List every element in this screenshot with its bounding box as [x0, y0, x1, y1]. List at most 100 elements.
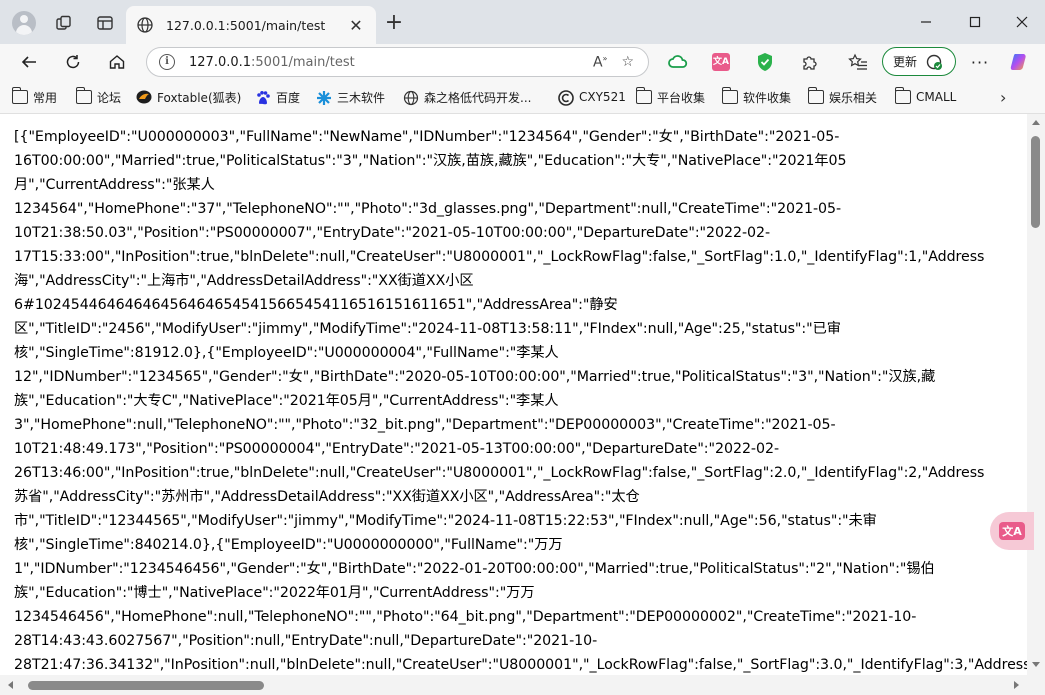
- folder-icon: [894, 87, 911, 104]
- navigation-toolbar: i 127.0.0.1:5001/main/test A» ☆ 文A 更新 ··…: [0, 44, 1045, 80]
- json-text-line: 苏省","AddressCity":"苏州市","AddressDetailAd…: [14, 489, 640, 505]
- extensions-puzzle-icon[interactable]: [798, 50, 822, 74]
- vertical-tabs-icon[interactable]: [91, 9, 119, 37]
- baidu-icon: [255, 90, 271, 105]
- bookmark-folder-software[interactable]: 软件收集: [721, 87, 792, 106]
- json-text-line: 区","TitleID":"2456","ModifyUser":"jimmy"…: [14, 321, 841, 337]
- url-host: 127.0.0.1: [189, 54, 252, 70]
- vertical-scrollbar[interactable]: [1027, 114, 1045, 675]
- bookmark-label: 百度: [276, 90, 301, 105]
- bookmark-label: Foxtable(狐表): [157, 90, 242, 105]
- folder-icon: [807, 87, 824, 104]
- horizontal-scroll-thumb[interactable]: [28, 681, 264, 690]
- bookmark-cxy521[interactable]: CXY521: [558, 88, 626, 106]
- bookmark-label: 三木软件: [337, 90, 386, 105]
- bookmark-foxtable[interactable]: Foxtable(狐表): [136, 88, 241, 106]
- json-text-line: 17T15:33:00","InPosition":true,"blnDelet…: [14, 249, 985, 265]
- json-text-line: 1234546456","HomePhone":null,"TelephoneN…: [14, 609, 917, 625]
- bookmark-folder-entertainment[interactable]: 娱乐相关: [807, 87, 877, 106]
- globe-icon: [403, 90, 419, 106]
- vertical-scroll-thumb[interactable]: [1031, 136, 1040, 228]
- globe-icon: [137, 17, 153, 33]
- favorites-list-icon[interactable]: [846, 50, 870, 74]
- bookmark-label: 森之格低代码开发...: [424, 90, 532, 105]
- cxy-icon: [558, 90, 574, 106]
- copilot-icon[interactable]: [1008, 50, 1032, 74]
- more-menu-icon[interactable]: ···: [968, 50, 992, 74]
- json-text-line: 族","Education":"大专C","NativePlace":"2021…: [14, 393, 559, 409]
- bookmark-folder-platform[interactable]: 平台收集: [635, 87, 706, 106]
- bookmark-folder-forum[interactable]: 论坛: [75, 87, 122, 106]
- bookmark-sanmu[interactable]: 三木软件: [316, 88, 385, 106]
- folder-icon: [721, 87, 738, 104]
- bookmark-folder-common[interactable]: 常用: [11, 87, 58, 106]
- translate-icon: 文A: [999, 522, 1025, 540]
- bookmark-senzhige[interactable]: 森之格低代码开发...: [403, 88, 531, 106]
- json-text-line: 10T21:38:50.03","Position":"PS00000007",…: [14, 225, 771, 241]
- bookmarks-bar: 常用 论坛 Foxtable(狐表) 百度 三木软件 森之格低代码开发... C…: [0, 80, 1045, 114]
- scroll-left-arrow-icon[interactable]: [8, 681, 13, 689]
- favorite-star-icon[interactable]: ☆: [621, 54, 634, 70]
- json-text-line: 月","CurrentAddress":"张某人: [14, 177, 215, 193]
- scroll-up-arrow-icon[interactable]: [1032, 120, 1040, 125]
- bookmark-label: CMALL: [916, 90, 957, 104]
- new-tab-button[interactable]: +: [382, 12, 406, 36]
- json-text-line: 16T00:00:00","Married":true,"PoliticalSt…: [14, 153, 847, 169]
- json-text-line: 28T14:43:43.6027567","Position":null,"En…: [14, 633, 598, 649]
- json-text-line: 1234564","HomePhone":"37","TelephoneNO":…: [14, 201, 842, 217]
- json-text-line: 海","AddressCity":"上海市","AddressDetailAdd…: [14, 273, 474, 289]
- sanmu-icon: [316, 90, 332, 105]
- title-bar: 127.0.0.1:5001/main/test ✕ +: [0, 0, 1045, 44]
- bookmark-label: 软件收集: [743, 90, 792, 105]
- json-text-line: 市","TitleID":"12344565","ModifyUser":"ji…: [14, 513, 877, 529]
- json-text-line: 12","IDNumber":"1234565","Gender":"女","B…: [14, 369, 936, 385]
- tab-title: 127.0.0.1:5001/main/test: [166, 17, 326, 33]
- read-aloud-icon[interactable]: A»: [593, 54, 607, 71]
- profile-avatar[interactable]: [10, 9, 38, 37]
- update-status-icon: [926, 54, 943, 70]
- scroll-down-arrow-icon[interactable]: [1032, 662, 1040, 667]
- json-text-line: 26T13:46:00","InPosition":true,"blnDelet…: [14, 465, 985, 481]
- maximize-button[interactable]: [955, 8, 995, 36]
- scroll-right-arrow-icon[interactable]: [1014, 681, 1019, 689]
- json-text-line: [{"EmployeeID":"U000000003","FullName":"…: [14, 129, 840, 145]
- update-button[interactable]: 更新: [882, 47, 956, 76]
- minimize-button[interactable]: [906, 8, 946, 36]
- bookmark-label: 平台收集: [657, 90, 706, 105]
- json-text-line: 族","Education":"博士","NativePlace":"2022年…: [14, 585, 535, 601]
- horizontal-scrollbar[interactable]: [0, 675, 1027, 695]
- refresh-button[interactable]: [59, 48, 87, 76]
- foxtable-icon: [136, 90, 152, 104]
- json-text-line: 28T21:47:36.34132","InPosition":null,"bl…: [14, 657, 1027, 673]
- bookmark-label: 常用: [33, 90, 58, 105]
- bookmark-label: CXY521: [579, 90, 626, 104]
- address-bar[interactable]: i 127.0.0.1:5001/main/test A» ☆: [146, 47, 649, 77]
- tab-close-icon[interactable]: ✕: [346, 16, 366, 35]
- bookmark-baidu[interactable]: 百度: [255, 88, 300, 106]
- json-text-line: 6#10245446464646456464654541566545411651…: [14, 297, 618, 313]
- avatar-icon: [12, 11, 36, 35]
- translate-extension-icon[interactable]: 文A: [709, 50, 733, 74]
- close-window-button[interactable]: [1002, 8, 1042, 36]
- folder-icon: [635, 87, 652, 104]
- update-label: 更新: [893, 55, 918, 69]
- shield-extension-icon[interactable]: [753, 50, 777, 74]
- bookmarks-overflow-chevron-icon[interactable]: ›: [1000, 88, 1006, 107]
- browser-tab[interactable]: 127.0.0.1:5001/main/test ✕: [126, 6, 376, 44]
- home-button[interactable]: [103, 48, 131, 76]
- folder-icon: [75, 87, 92, 104]
- json-text-line: 核","SingleTime":81912.0},{"EmployeeID":"…: [14, 345, 559, 361]
- json-response-text: [{"EmployeeID":"U000000003","FullName":"…: [14, 125, 1027, 675]
- json-text-line: 3","HomePhone":null,"TelephoneNO":"","Ph…: [14, 417, 836, 433]
- back-button[interactable]: [15, 48, 43, 76]
- page-content: [{"EmployeeID":"U000000003","FullName":"…: [0, 114, 1045, 695]
- folder-icon: [11, 87, 28, 104]
- bookmark-label: 论坛: [97, 90, 122, 105]
- workspaces-icon[interactable]: [50, 9, 78, 37]
- cloud-extension-icon[interactable]: [666, 50, 690, 74]
- floating-translate-button[interactable]: 文A: [990, 512, 1034, 550]
- address-url[interactable]: 127.0.0.1:5001/main/test: [189, 55, 593, 70]
- bookmark-folder-cmall[interactable]: CMALL: [894, 87, 957, 106]
- scroll-corner: [1027, 675, 1045, 695]
- site-info-icon[interactable]: i: [159, 54, 175, 70]
